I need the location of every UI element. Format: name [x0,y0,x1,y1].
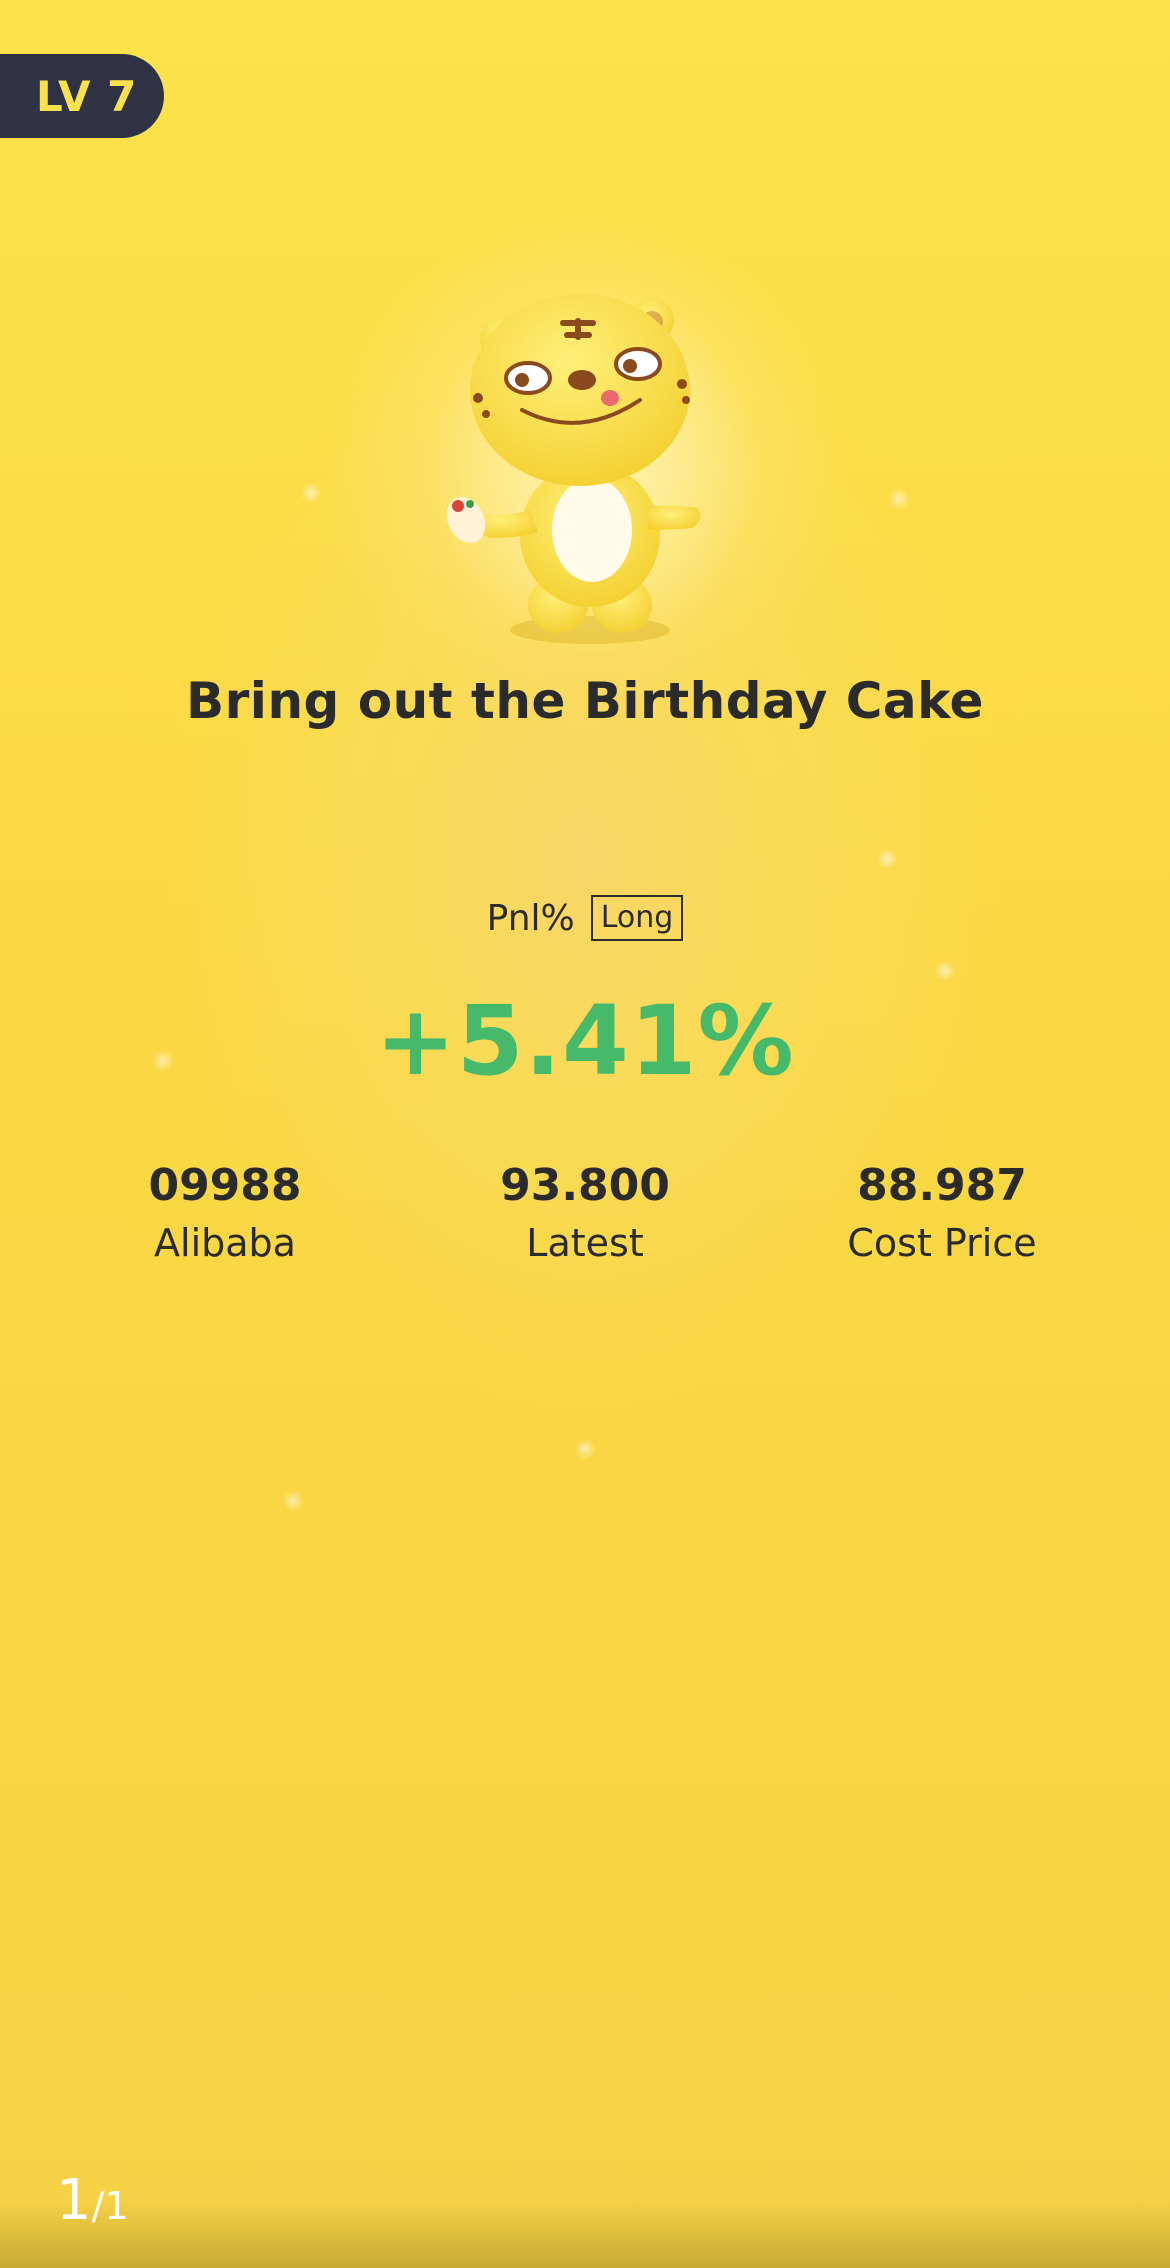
page-current: 1 [56,2168,92,2233]
stat-latest: 93.800 Latest [425,1160,745,1266]
page-total: /1 [91,2184,129,2228]
level-badge: LV 7 [0,54,164,138]
pnl-value: +5.41% [375,985,795,1097]
cost-price: 88.987 [857,1160,1027,1211]
bottom-fade [0,2198,1170,2268]
tiger-mascot-icon [430,285,760,655]
stats-row: 09988 Alibaba 93.800 Latest 88.987 Cost … [0,1160,1170,1280]
sparkle [876,848,898,870]
stock-code: 09988 [148,1160,302,1211]
pnl-label: Pnl% [486,897,575,939]
pnl-header: Pnl% Long [0,895,1170,941]
achievement-title: Bring out the Birthday Cake [186,672,984,730]
sparkle [934,960,956,982]
direction-tag: Long [590,895,684,941]
latest-price: 93.800 [500,1160,670,1211]
sparkle [282,1490,304,1512]
share-card: LV 7 Bring out the Birthday Cake Pnl% Lo… [0,0,1170,2268]
sparkle [574,1438,596,1460]
sparkle [300,482,322,504]
cost-label: Cost Price [847,1221,1037,1265]
page-indicator: 1/1 [56,2168,129,2233]
stat-cost: 88.987 Cost Price [782,1160,1102,1266]
sparkle [888,488,910,510]
stock-name: Alibaba [154,1221,296,1265]
latest-label: Latest [526,1221,644,1265]
stat-symbol: 09988 Alibaba [65,1160,385,1266]
